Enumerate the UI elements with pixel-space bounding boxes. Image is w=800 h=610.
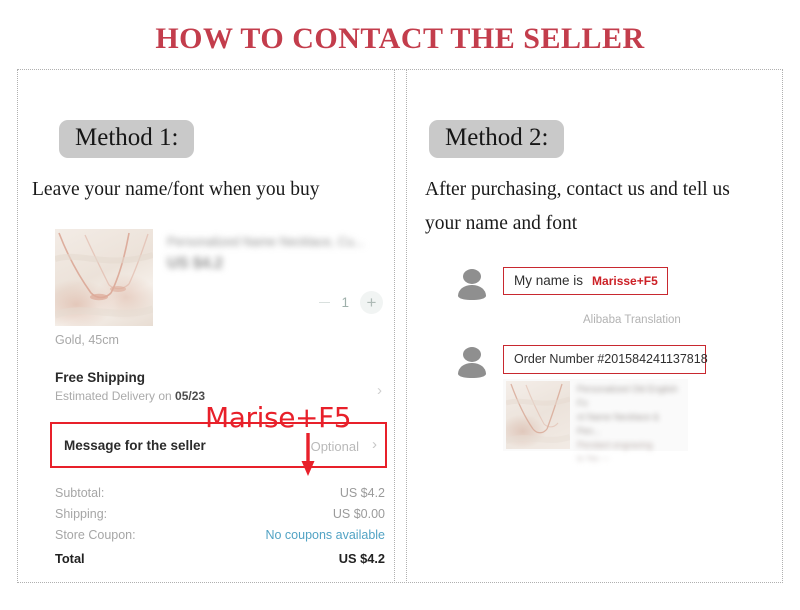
quantity-value: 1 — [341, 295, 349, 310]
chat-bubble-order-number: Order Number #201584241137818 — [503, 345, 708, 374]
quantity-decrease-icon[interactable] — [319, 301, 331, 304]
message-for-seller-label: Message for the seller — [64, 438, 206, 453]
panel-divider-left-line — [394, 69, 395, 583]
table-row: Subtotal: US $4.2 — [55, 482, 385, 503]
quantity-increase-icon[interactable]: + — [360, 291, 383, 314]
avatar — [458, 347, 486, 378]
translation-note: Alibaba Translation — [583, 314, 681, 326]
shipping-date: 05/23 — [175, 389, 206, 403]
product-title-blurred: Personalized Name Necklace, Cu... — [167, 235, 365, 249]
grand-total-value: US $4.2 — [338, 551, 385, 566]
page-title: HOW TO CONTACT THE SELLER — [155, 22, 645, 55]
chevron-right-icon[interactable]: › — [372, 436, 377, 453]
cart-item: Personalized Name Necklace, Cu... US $4.… — [55, 229, 385, 347]
product-price-blurred: US $4.2 — [167, 255, 224, 272]
order-card-line-2: nt Name Necklace & Pen... — [577, 411, 660, 436]
method-1-badge: Method 1: — [59, 120, 195, 158]
red-down-arrow — [301, 433, 315, 477]
product-variant: Gold, 45cm — [55, 333, 119, 347]
avatar-head-icon — [463, 347, 481, 362]
chat-message-text: My name is — [514, 273, 584, 288]
grand-total-label: Total — [55, 551, 85, 566]
store-coupon-link[interactable]: No coupons available — [265, 528, 385, 542]
shipping-sub-prefix: Estimated Delivery on — [55, 389, 176, 403]
table-row: Shipping: US $0.00 — [55, 503, 385, 524]
total-value: US $4.2 — [339, 485, 385, 500]
total-label: Subtotal: — [55, 485, 105, 500]
shipping-title: Free Shipping — [55, 370, 146, 385]
total-label: Shipping: — [55, 506, 108, 521]
chat-order-card[interactable]: Personalized Old English Fo nt Name Neck… — [503, 379, 688, 463]
method-2-badge: Method 2: — [429, 120, 565, 158]
method-2-panel: Method 2: After purchasing, contact us a… — [406, 69, 783, 583]
total-label: Store Coupon: — [55, 527, 136, 542]
table-row: Total US $4.2 — [55, 545, 385, 570]
avatar-body-icon — [458, 363, 486, 378]
order-card-text-blurred: Personalized Old English Fo nt Name Neck… — [577, 383, 685, 465]
avatar-body-icon — [458, 285, 486, 300]
order-card-line-4: to Yes --- — [577, 453, 610, 463]
method-1-description: Leave your name/font when you buy — [32, 179, 320, 200]
avatar — [458, 269, 486, 300]
avatar-head-icon — [463, 269, 481, 284]
method-2-description: After purchasing, contact us and tell us… — [425, 179, 730, 234]
necklace-product-photo — [55, 229, 153, 326]
chat-message-highlight: Marisse+F5 — [592, 274, 658, 288]
quantity-stepper[interactable]: 1 + — [319, 291, 383, 314]
table-row[interactable]: Store Coupon: No coupons available — [55, 524, 385, 545]
total-value: US $0.00 — [332, 506, 385, 521]
chat-bubble-name: My name is Marisse+F5 — [503, 267, 668, 295]
order-card-line-3: Pendant engraving — [577, 439, 653, 450]
order-card-line-1: Personalized Old English Fo — [577, 384, 678, 408]
necklace-product-photo — [506, 381, 570, 449]
checkout-mockup: Personalized Name Necklace, Cu... US $4.… — [50, 229, 387, 566]
method-1-panel: Method 1: Leave your name/font when you … — [17, 69, 394, 583]
message-for-seller-value[interactable]: Optional — [311, 439, 359, 454]
name-font-annotation: Marise+F5 — [205, 401, 352, 434]
order-totals: Subtotal: US $4.2 Shipping: US $0.00 Sto… — [55, 482, 385, 570]
shipping-row[interactable]: Free Shipping Estimated Delivery on 05/2… — [55, 370, 385, 403]
chevron-right-icon[interactable]: › — [377, 382, 382, 399]
